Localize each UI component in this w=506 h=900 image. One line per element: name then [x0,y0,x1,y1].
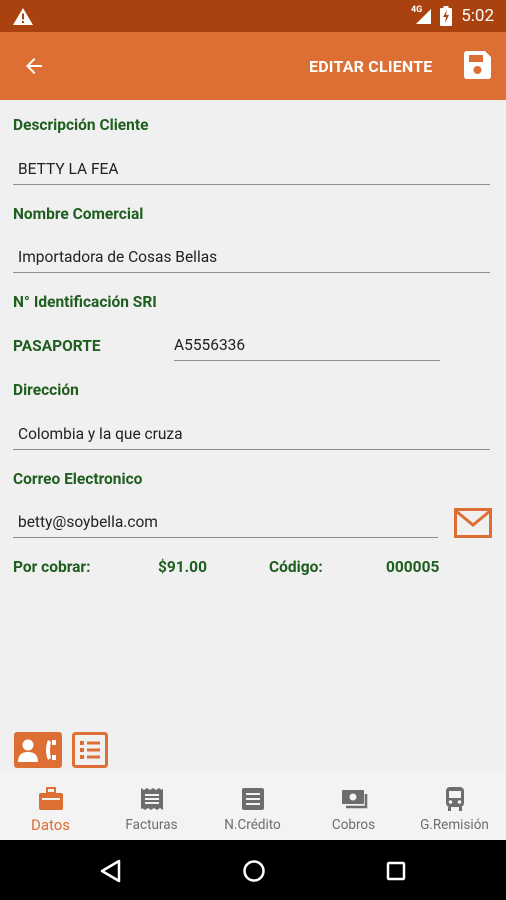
tab-facturas[interactable]: Facturas [101,772,202,840]
signal-icon [416,9,431,24]
tab-cobros-label: Cobros [331,817,376,833]
tab-datos[interactable]: Datos [0,772,101,840]
home-circle-icon[interactable] [242,859,266,883]
por-cobrar-label: Por cobrar: [13,558,91,576]
bus-icon [446,787,464,811]
page-title: EDITAR CLIENTE [309,57,433,76]
briefcase-icon [39,787,63,810]
descripcion-underline [13,184,490,185]
invoice-icon [141,788,163,810]
direccion-input[interactable]: Colombia y la que cruza [18,425,183,443]
id-number-input[interactable]: A5556336 [174,336,245,354]
id-number-underline [174,360,440,361]
status-bar: 4G 5:02 [0,0,506,32]
correo-label: Correo Electronico [13,470,143,488]
bottom-navigation: Datos Facturas N.Crédito Cobros G.Remisi… [0,772,506,840]
correo-input[interactable]: betty@soybella.com [18,513,158,531]
identificacion-label: N° Identificación SRI [13,293,157,311]
recents-square-icon[interactable] [386,861,406,881]
tab-n-credito[interactable]: N.Crédito [202,772,303,840]
tab-cobros[interactable]: Cobros [303,772,404,840]
direccion-underline [13,449,490,450]
codigo-value: 000005 [386,558,440,576]
descripcion-input[interactable]: BETTY LA FEA [18,160,118,178]
battery-icon [440,6,452,26]
back-triangle-icon[interactable] [100,859,122,883]
id-type-label[interactable]: PASAPORTE [13,337,101,355]
email-icon[interactable] [454,508,492,538]
tab-n-credito-label: N.Crédito [224,817,281,833]
back-arrow-icon[interactable] [22,54,46,78]
nombre-comercial-input[interactable]: Importadora de Cosas Bellas [18,248,217,266]
direccion-label: Dirección [13,381,79,399]
system-navigation-bar [0,840,506,900]
nombre-comercial-underline [13,272,490,273]
codigo-label: Código: [269,558,323,576]
clock: 5:02 [461,6,494,26]
payments-icon [342,790,368,809]
tab-g-remision-label: G.Remisión [420,817,489,833]
tab-facturas-label: Facturas [125,817,178,833]
tab-datos-label: Datos [30,816,71,834]
warning-icon [13,8,33,25]
por-cobrar-value: $91.00 [158,558,207,576]
descripcion-label: Descripción Cliente [13,116,149,134]
correo-underline [13,537,438,538]
credit-note-icon [242,788,264,810]
tab-g-remision[interactable]: G.Remisión [404,772,505,840]
save-icon[interactable] [461,49,493,81]
contact-card-icon[interactable] [14,732,62,768]
nombre-comercial-label: Nombre Comercial [13,205,144,223]
list-icon[interactable] [72,732,108,768]
